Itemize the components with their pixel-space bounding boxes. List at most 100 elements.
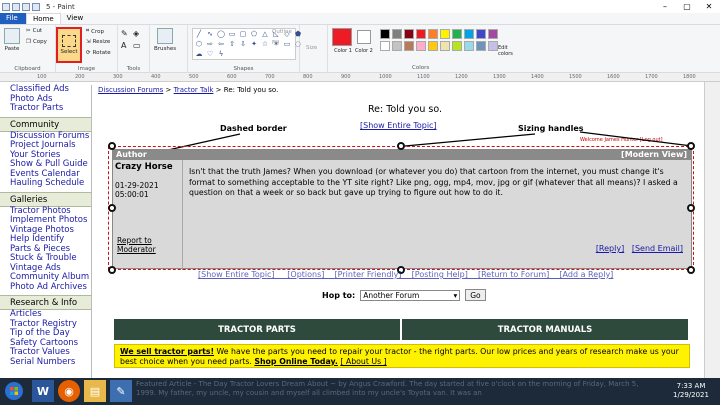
up-arrow-shape-icon[interactable]: ⇧ <box>227 40 237 49</box>
edit-colors-button[interactable]: Edit colors <box>498 45 520 57</box>
sizing-handle-top-center[interactable] <box>397 142 405 150</box>
hexagon-shape-icon[interactable]: ⬡ <box>194 40 204 49</box>
palette-swatch[interactable] <box>464 41 474 51</box>
brushes-button[interactable]: Brushes <box>154 28 176 52</box>
heart-shape-icon[interactable]: ♡ <box>205 50 215 59</box>
ad-headline[interactable]: We sell tractor parts! <box>120 347 214 356</box>
save-icon[interactable] <box>12 2 20 11</box>
sizing-handle-bottom-right[interactable] <box>687 266 695 274</box>
palette-swatch[interactable] <box>392 41 402 51</box>
size-label: Size <box>306 45 318 51</box>
palette-swatch[interactable] <box>380 41 390 51</box>
rotate-button[interactable]: ⟳ Rotate <box>86 50 111 56</box>
palette-swatch[interactable] <box>488 41 498 51</box>
tab-file[interactable]: File <box>0 13 26 24</box>
select-label: Select <box>60 49 78 55</box>
window-controls: – ▢ ✕ <box>654 0 720 13</box>
select-icon <box>62 35 76 47</box>
palette-swatch[interactable] <box>452 41 462 51</box>
about-us-link[interactable]: [ About Us ] <box>340 357 386 366</box>
palette-swatch[interactable] <box>440 41 450 51</box>
redo-icon[interactable] <box>32 2 40 11</box>
tractor-manuals-tab[interactable]: TRACTOR MANUALS <box>402 319 690 340</box>
cut-button[interactable]: ✂ Cut <box>26 28 42 34</box>
selection-dashed-border[interactable] <box>108 146 694 270</box>
scissors-icon: ✂ <box>26 28 31 34</box>
hop-to-select[interactable]: Another Forum <box>360 289 461 301</box>
palette-swatch[interactable] <box>476 29 486 39</box>
brushes-label: Brushes <box>154 46 177 52</box>
crop-button[interactable]: ⌗ Crop <box>86 28 104 35</box>
lightning-shape-icon[interactable]: ϟ <box>216 50 226 59</box>
sizing-handle-bottom-left[interactable] <box>108 266 116 274</box>
size-button[interactable]: Size <box>306 45 317 51</box>
undo-icon[interactable] <box>22 2 30 11</box>
select-button[interactable]: Select <box>56 27 82 63</box>
paint-taskbar-icon[interactable]: ✎ <box>110 380 132 402</box>
hop-go-button[interactable]: Go <box>465 289 486 301</box>
color-1-button[interactable]: Color 1 <box>332 48 354 54</box>
close-button[interactable]: ✕ <box>698 0 720 13</box>
left-arrow-shape-icon[interactable]: ⇦ <box>216 40 226 49</box>
palette-swatch[interactable] <box>380 29 390 39</box>
sizing-handle-top-right[interactable] <box>687 142 695 150</box>
minimize-button[interactable]: – <box>654 0 676 13</box>
brush-icon <box>157 28 174 44</box>
hop-to-form: Hop to: Another Forum Go <box>322 289 486 301</box>
palette-swatch[interactable] <box>404 29 414 39</box>
vertical-scrollbar[interactable] <box>704 82 720 378</box>
right-arrow-shape-icon[interactable]: ⇨ <box>205 40 215 49</box>
color-2-button[interactable]: Color 2 <box>355 48 373 54</box>
palette-swatch[interactable] <box>404 41 414 51</box>
palette-swatch[interactable] <box>416 29 426 39</box>
tractor-parts-tab[interactable]: TRACTOR PARTS <box>114 319 402 340</box>
tab-home[interactable]: Home <box>26 13 61 24</box>
palette-swatch[interactable] <box>440 29 450 39</box>
outline-dropdown[interactable]: Outline <box>272 29 292 35</box>
palette-swatch[interactable] <box>488 29 498 39</box>
start-button[interactable] <box>4 381 24 401</box>
resize-label: Resize <box>92 39 111 45</box>
palette-swatch[interactable] <box>464 29 474 39</box>
rounded-rectangle-shape-icon[interactable]: ▢ <box>238 30 248 39</box>
fill-tool[interactable]: ◈ <box>133 29 139 38</box>
palette-swatch[interactable] <box>476 41 486 51</box>
palette-swatch[interactable] <box>416 41 426 51</box>
paste-button[interactable]: Paste <box>4 28 20 52</box>
curve-shape-icon[interactable]: ∿ <box>205 30 215 39</box>
maximize-button[interactable]: ▢ <box>676 0 698 13</box>
pencil-tool[interactable]: ✎ <box>121 29 128 38</box>
sizing-handle-middle-left[interactable] <box>108 204 116 212</box>
down-arrow-shape-icon[interactable]: ⇩ <box>238 40 248 49</box>
fill-dropdown[interactable]: Fill <box>272 40 279 46</box>
copy-button[interactable]: ❐ Copy <box>26 39 47 45</box>
cloud-callout-shape-icon[interactable]: ☁ <box>194 50 204 59</box>
color-2-swatch[interactable] <box>357 30 371 44</box>
tab-view[interactable]: View <box>61 13 90 24</box>
text-tool[interactable]: A <box>121 41 126 50</box>
callout-shape-icon[interactable]: ▭ <box>282 40 292 49</box>
paint-canvas[interactable]: Classified Ads Photo Ads Tractor Parts Comm… <box>0 82 704 378</box>
palette-swatch[interactable] <box>452 29 462 39</box>
palette-swatch[interactable] <box>428 29 438 39</box>
palette-swatch[interactable] <box>392 29 402 39</box>
oval-shape-icon[interactable]: ◯ <box>216 30 226 39</box>
copy-icon: ❐ <box>26 39 31 45</box>
four-point-star-shape-icon[interactable]: ✦ <box>249 40 259 49</box>
firefox-taskbar-icon[interactable]: ◉ <box>58 380 80 402</box>
file-explorer-taskbar-icon[interactable]: ▤ <box>84 380 106 402</box>
resize-button[interactable]: ⇲ Resize <box>86 39 110 45</box>
palette-swatch[interactable] <box>428 41 438 51</box>
rectangle-shape-icon[interactable]: ▭ <box>227 30 237 39</box>
topic-action-links[interactable]: [Show Entire Topic] [Options] [Printer F… <box>198 270 613 279</box>
triangle-shape-icon[interactable]: △ <box>260 30 270 39</box>
color-1-swatch[interactable] <box>332 28 352 46</box>
polygon-shape-icon[interactable]: ⬠ <box>249 30 259 39</box>
line-shape-icon[interactable]: ╱ <box>194 30 204 39</box>
shop-online-link[interactable]: Shop Online Today. <box>254 357 337 366</box>
eraser-tool[interactable]: ▭ <box>133 41 141 50</box>
sizing-handle-top-left[interactable] <box>108 142 116 150</box>
word-taskbar-icon[interactable]: W <box>32 380 54 402</box>
five-point-star-shape-icon[interactable]: ☆ <box>260 40 270 49</box>
sizing-handle-middle-right[interactable] <box>687 204 695 212</box>
